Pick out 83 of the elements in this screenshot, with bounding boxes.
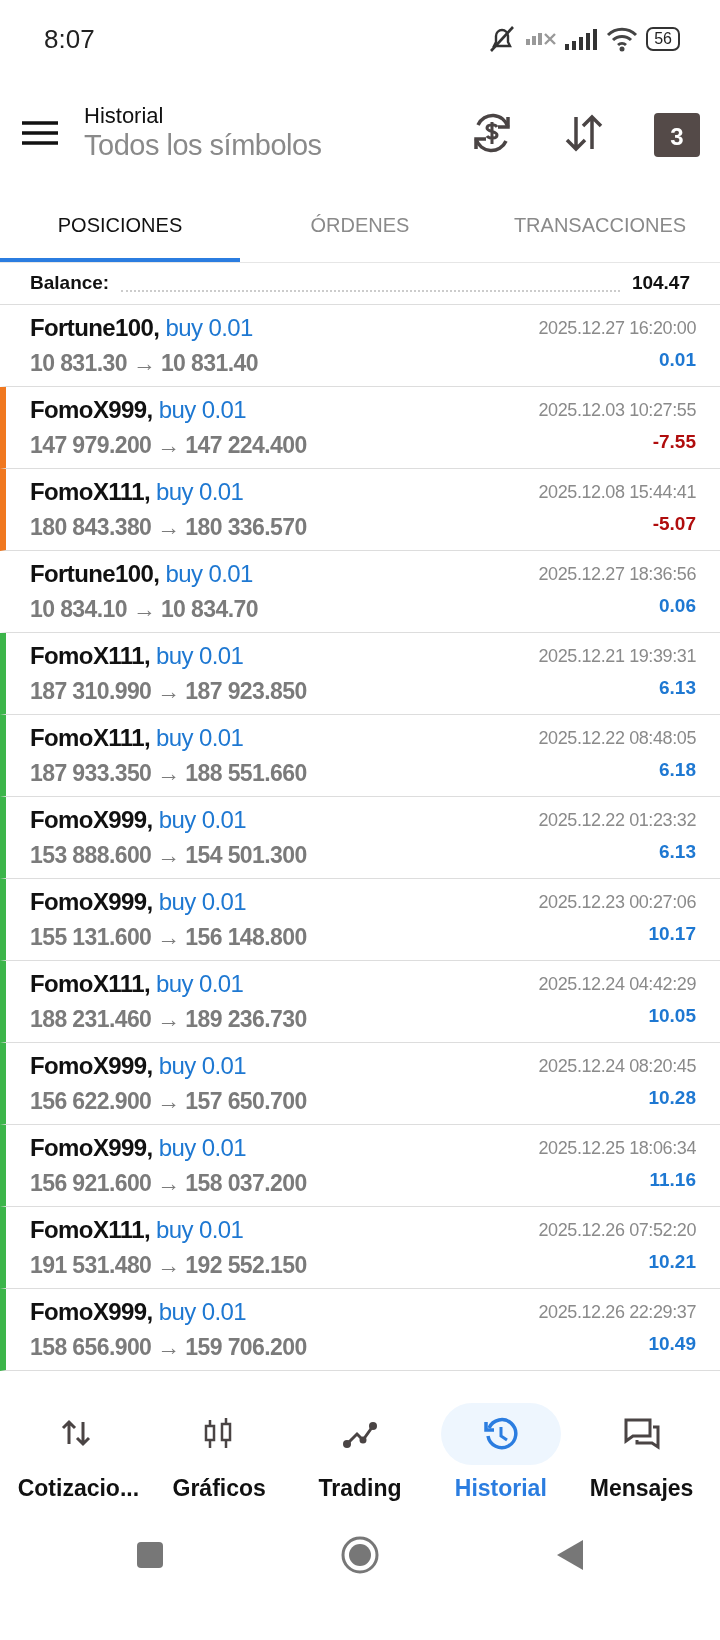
deal-time: 2025.12.26 07:52:20: [538, 1219, 696, 1243]
deal-symbol: FomoX111, buy 0.01: [30, 640, 245, 671]
deal-profit: 6.13: [659, 676, 696, 701]
screen-title: Historial: [84, 103, 165, 128]
price-range: 188 231.460 → 189 236.730: [30, 1004, 307, 1034]
recents-icon[interactable]: [135, 1540, 166, 1570]
deal-row[interactable]: FomoX111, buy 0.01 180 843.380 → 180 336.570 2025.12.08 15:44:41 -5.07: [0, 468, 720, 551]
deal-row[interactable]: FomoX999, buy 0.01 147 979.200 → 147 224.400 2025.12.03 10:27:55 -7.55: [0, 386, 720, 469]
calendar-icon[interactable]: 3: [654, 113, 700, 157]
price-range: 10 831.30 → 10 831.40: [30, 348, 258, 378]
battery-level: 56: [646, 27, 680, 51]
price-range: 191 531.480 → 192 552.150: [30, 1250, 307, 1280]
deal-symbol: FomoX111, buy 0.01: [30, 722, 245, 753]
signal-icon: [564, 27, 599, 51]
deal-row[interactable]: FomoX999, buy 0.01 155 131.600 → 156 148.800 2025.12.23 00:27:06 10.17: [0, 878, 720, 961]
deal-symbol: FomoX111, buy 0.01: [30, 968, 245, 999]
deal-time: 2025.12.23 00:27:06: [538, 891, 696, 915]
history-icon: [481, 1415, 520, 1452]
deal-profit: 0.01: [659, 348, 696, 373]
deal-time: 2025.12.24 04:42:29: [538, 973, 696, 997]
price-range: 180 843.380 → 180 336.570: [30, 512, 307, 542]
price-range: 156 921.600 → 158 037.200: [30, 1168, 307, 1198]
balance-label: Balance:: [30, 271, 110, 295]
price-range: 147 979.200 → 147 224.400: [30, 430, 307, 460]
deal-profit: 11.16: [649, 1168, 696, 1193]
deal-symbol: FomoX999, buy 0.01: [30, 1050, 247, 1081]
deal-row[interactable]: FomoX999, buy 0.01 153 888.600 → 154 501.300 2025.12.22 01:23:32 6.13: [0, 796, 720, 879]
deal-row[interactable]: Fortune100, buy 0.01 10 831.30 → 10 831.40 2025.12.27 16:20:00 0.01: [0, 304, 720, 387]
home-icon[interactable]: [340, 1535, 380, 1575]
deal-row[interactable]: FomoX999, buy 0.01 156 622.900 → 157 650.700 2025.12.24 08:20:45 10.28: [0, 1042, 720, 1125]
price-range: 153 888.600 → 154 501.300: [30, 840, 307, 870]
deal-profit: 6.13: [659, 840, 696, 865]
nav-tab[interactable]: Cotizacio...: [8, 1402, 149, 1505]
price-range: 187 933.350 → 188 551.660: [30, 758, 307, 788]
deal-symbol: Fortune100, buy 0.01: [30, 558, 254, 589]
deal-time: 2025.12.27 18:36:56: [538, 563, 696, 587]
nav-tab[interactable]: Mensajes: [571, 1402, 712, 1505]
deal-time: 2025.12.08 15:44:41: [538, 481, 696, 505]
deal-time: 2025.12.27 16:20:00: [538, 317, 696, 341]
deal-symbol: FomoX999, buy 0.01: [30, 1296, 247, 1327]
deal-time: 2025.12.22 08:48:05: [538, 727, 696, 751]
deal-symbol: FomoX999, buy 0.01: [30, 1132, 247, 1163]
deal-profit: 10.17: [648, 922, 696, 947]
deal-symbol: Fortune100, buy 0.01: [30, 312, 254, 343]
deal-time: 2025.12.03 10:27:55: [538, 399, 696, 423]
deal-time: 2025.12.21 19:39:31: [538, 645, 696, 669]
deal-time: 2025.12.22 01:23:32: [538, 809, 696, 833]
tab[interactable]: POSICIONES: [0, 188, 240, 262]
deal-symbol: FomoX999, buy 0.01: [30, 394, 247, 425]
deal-profit: 10.28: [648, 1086, 696, 1111]
deal-row[interactable]: FomoX999, buy 0.01 156 921.600 → 158 037.200 2025.12.25 18:06:34 11.16: [0, 1124, 720, 1207]
deal-time: 2025.12.26 22:29:37: [538, 1301, 696, 1325]
deal-profit: 10.21: [648, 1250, 696, 1275]
price-range: 10 834.10 → 10 834.70: [30, 594, 258, 624]
price-range: 156 622.900 → 157 650.700: [30, 1086, 307, 1116]
deal-symbol: FomoX111, buy 0.01: [30, 476, 245, 507]
nav-tab[interactable]: Gráficos: [148, 1402, 290, 1505]
menu-icon[interactable]: [20, 120, 60, 146]
deal-time: 2025.12.25 18:06:34: [538, 1137, 696, 1161]
deal-row[interactable]: FomoX111, buy 0.01 187 310.990 → 187 923.850 2025.12.21 19:39:31 6.13: [0, 632, 720, 715]
wifi-icon: [606, 26, 639, 52]
deal-row[interactable]: Fortune100, buy 0.01 10 834.10 → 10 834.70 2025.12.27 18:36:56 0.06: [0, 550, 720, 633]
deal-profit: -7.55: [652, 430, 696, 455]
nav-tab[interactable]: Trading: [289, 1402, 431, 1505]
deal-row[interactable]: FomoX111, buy 0.01 187 933.350 → 188 551.660 2025.12.22 08:48:05 6.18: [0, 714, 720, 797]
price-range: 187 310.990 → 187 923.850: [30, 676, 307, 706]
deal-row[interactable]: FomoX111, buy 0.01 188 231.460 → 189 236.730 2025.12.24 04:42:29 10.05: [0, 960, 720, 1043]
deal-symbol: FomoX999, buy 0.01: [30, 804, 247, 835]
price-range: 158 656.900 → 159 706.200: [30, 1332, 307, 1362]
deal-profit: -5.07: [652, 512, 696, 537]
deal-row[interactable]: FomoX111, buy 0.01 191 531.480 → 192 552.150 2025.12.26 07:52:20 10.21: [0, 1206, 720, 1289]
deal-profit: 10.49: [648, 1332, 696, 1357]
signal-off-icon: [526, 33, 557, 45]
deal-time: 2025.12.24 08:20:45: [538, 1055, 696, 1079]
deal-row[interactable]: FomoX999, buy 0.01 158 656.900 → 159 706.200 2025.12.26 22:29:37 10.49: [0, 1288, 720, 1371]
deal-profit: 0.06: [659, 594, 696, 619]
deal-profit: 6.18: [659, 758, 696, 783]
price-range: 155 131.600 → 156 148.800: [30, 922, 307, 952]
deal-symbol: FomoX111, buy 0.01: [30, 1214, 245, 1245]
deal-symbol: FomoX999, buy 0.01: [30, 886, 247, 917]
balance-value: 104.47: [631, 271, 690, 295]
deal-profit: 10.05: [648, 1004, 696, 1029]
clock-text: 8:07: [44, 22, 95, 56]
